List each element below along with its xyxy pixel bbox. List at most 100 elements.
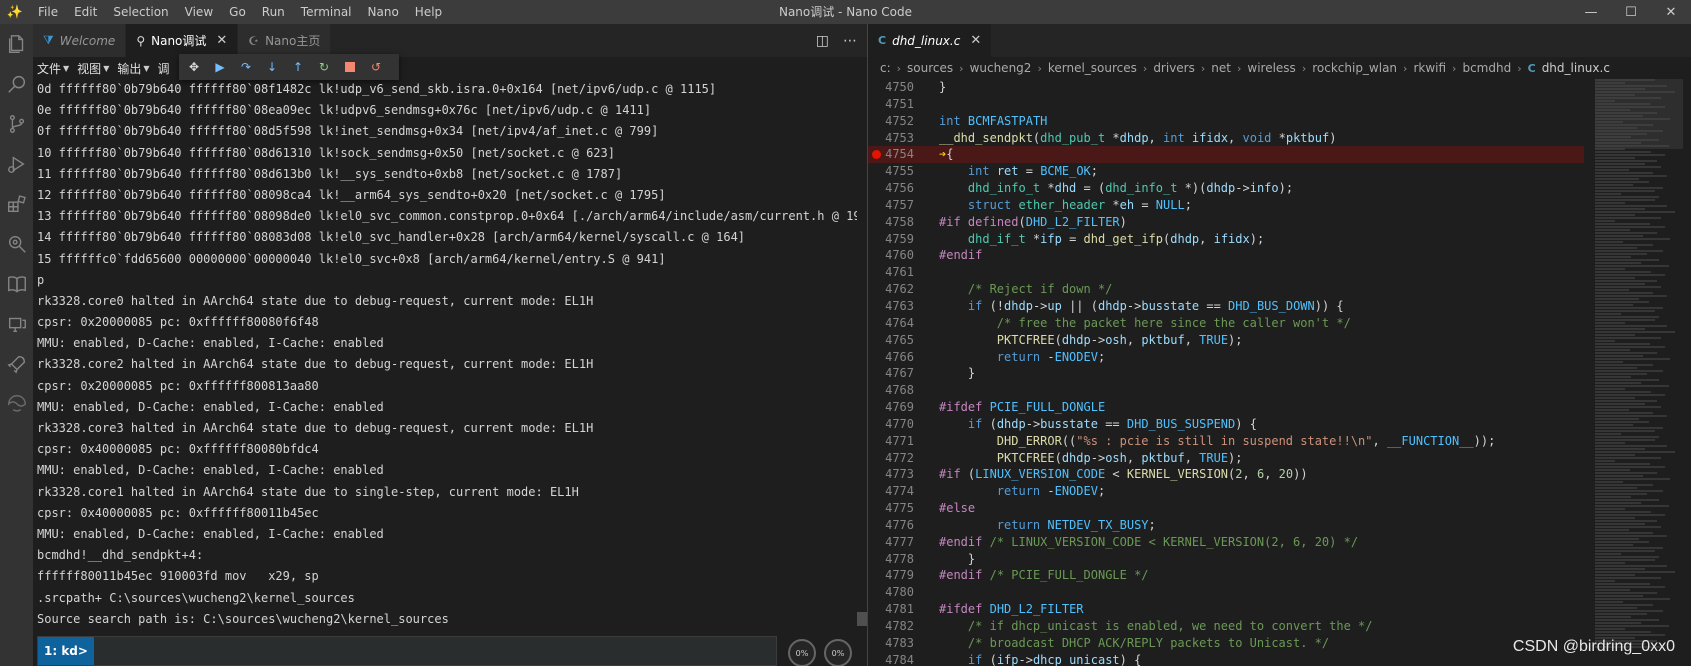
close-icon[interactable]: ✕ xyxy=(970,33,981,48)
console-output[interactable]: 0d ffffff80`0b79b640 ffffff80`08f1482c l… xyxy=(37,79,857,654)
continue-icon[interactable]: ▶ xyxy=(209,56,231,78)
minimap-line xyxy=(1595,553,1621,555)
menu-item-nano[interactable]: Nano xyxy=(360,0,407,24)
code-text: } xyxy=(939,80,947,94)
nano-menu-debug[interactable]: 调 xyxy=(154,60,174,77)
close-icon[interactable]: ✕ xyxy=(1651,0,1691,24)
menu-item-selection[interactable]: Selection xyxy=(105,0,176,24)
minimap-line xyxy=(1595,208,1645,210)
window-controls: — ☐ ✕ xyxy=(1571,0,1691,24)
c-file-icon: C xyxy=(878,34,887,47)
book-icon[interactable] xyxy=(0,264,33,304)
drag-handle-icon[interactable]: ✥ xyxy=(183,56,205,78)
tab-welcome[interactable]: ⧩ Welcome xyxy=(33,24,127,57)
breadcrumb-item[interactable]: sources xyxy=(907,61,953,75)
breadcrumb-item[interactable]: rkwifi xyxy=(1413,61,1446,75)
minimap-line xyxy=(1595,418,1639,420)
menu-item-edit[interactable]: Edit xyxy=(66,0,105,24)
nano-icon[interactable] xyxy=(0,384,33,424)
console-scrollbar[interactable] xyxy=(857,612,867,626)
close-icon[interactable]: ✕ xyxy=(216,33,227,48)
rocket-icon[interactable] xyxy=(0,344,33,384)
minimap-line xyxy=(1595,247,1637,249)
breadcrumb-item[interactable]: drivers xyxy=(1153,61,1195,75)
search-icon[interactable] xyxy=(0,64,33,104)
run-debug-icon[interactable] xyxy=(0,144,33,184)
split-editor-icon[interactable]: ◫ xyxy=(816,33,829,49)
stop-icon[interactable] xyxy=(339,56,361,78)
breadcrumb-item[interactable]: wireless xyxy=(1247,61,1295,75)
files-icon[interactable] xyxy=(0,24,33,64)
breadcrumb-item[interactable]: c: xyxy=(880,61,891,75)
minimap-line xyxy=(1595,136,1631,138)
code-text: return NETDEV_TX_BUSY; xyxy=(996,517,1156,532)
step-into-icon[interactable]: ↓ xyxy=(261,56,283,78)
minimap-line xyxy=(1595,550,1655,552)
breadcrumb-item[interactable]: bcmdhd xyxy=(1462,61,1511,75)
debug-search-icon: ⚲ xyxy=(136,33,146,48)
menu-item-help[interactable]: Help xyxy=(407,0,450,24)
breadcrumb-item[interactable]: kernel_sources xyxy=(1048,61,1137,75)
search-symbols-icon[interactable] xyxy=(0,224,33,264)
minimap-line xyxy=(1595,547,1663,549)
remote-icon[interactable] xyxy=(0,304,33,344)
minimap[interactable] xyxy=(1595,79,1683,666)
tab-nano-debug[interactable]: ⚲ Nano调试 ✕ xyxy=(126,24,239,57)
step-out-icon[interactable]: ↑ xyxy=(287,56,309,78)
tab-nano-home[interactable]: ☪ Nano主页 xyxy=(238,24,332,57)
minimap-line xyxy=(1595,559,1655,561)
source-control-icon[interactable] xyxy=(0,104,33,144)
line-number: 4754 xyxy=(885,147,914,162)
code-text: } xyxy=(939,366,976,381)
menu-item-run[interactable]: Run xyxy=(254,0,293,24)
line-number: 4781 xyxy=(885,602,914,617)
breadcrumb-item[interactable]: wucheng2 xyxy=(970,61,1032,75)
minimize-icon[interactable]: — xyxy=(1571,0,1611,24)
command-input[interactable] xyxy=(93,637,776,665)
console-line: 15 ffffffc0`fdd65600 00000000`00000040 l… xyxy=(37,251,666,266)
line-number: 4773 xyxy=(885,467,914,482)
menu-item-terminal[interactable]: Terminal xyxy=(293,0,360,24)
extensions-icon[interactable] xyxy=(0,184,33,224)
menu-item-view[interactable]: View xyxy=(177,0,221,24)
line-number: 4771 xyxy=(885,433,914,448)
code-line: 4763 if (!dhdp->up || (dhdp->busstate ==… xyxy=(868,298,1584,315)
code-line: 4761 xyxy=(868,264,1584,281)
disconnect-icon[interactable]: ↺ xyxy=(365,56,387,78)
line-number: 4751 xyxy=(885,96,914,111)
minimap-line xyxy=(1595,439,1655,441)
menu-item-go[interactable]: Go xyxy=(221,0,254,24)
minimap-line xyxy=(1595,496,1631,498)
breadcrumb-item[interactable]: net xyxy=(1211,61,1231,75)
minimap-line xyxy=(1595,409,1629,411)
code-text: return -ENODEV; xyxy=(996,349,1106,364)
code-editor[interactable]: 4750} 4751 4752 int BCMFASTPATH 4753 __dhd_se… xyxy=(868,79,1584,666)
nano-menu-output[interactable]: 输出 ▼ xyxy=(113,60,153,77)
nano-menu-view[interactable]: 视图 ▼ xyxy=(73,60,113,77)
restart-icon[interactable]: ↻ xyxy=(313,56,335,78)
minimap-line xyxy=(1595,607,1637,609)
line-number: 4768 xyxy=(885,383,914,398)
menu-item-file[interactable]: File xyxy=(30,0,66,24)
minimap-line xyxy=(1595,412,1653,414)
tab-dhd-linux-c[interactable]: C dhd_linux.c ✕ xyxy=(868,24,993,57)
breadcrumb-item[interactable]: dhd_linux.c xyxy=(1542,61,1610,75)
maximize-icon[interactable]: ☐ xyxy=(1611,0,1651,24)
minimap-line xyxy=(1595,451,1675,453)
minimap-line xyxy=(1595,202,1625,204)
minimap-line xyxy=(1595,325,1667,327)
minimap-line xyxy=(1595,463,1650,465)
code-text: struct ether_header *eh = NULL; xyxy=(967,197,1192,212)
nano-menu-file[interactable]: 文件 ▼ xyxy=(33,60,73,77)
minimap-line xyxy=(1595,382,1641,384)
minimap-line xyxy=(1595,127,1637,129)
more-actions-icon[interactable]: ⋯ xyxy=(843,33,857,49)
line-number: 4778 xyxy=(885,551,914,566)
minimap-line xyxy=(1595,100,1615,102)
console-line: MMU: enabled, D-Cache: enabled, I-Cache:… xyxy=(37,526,384,541)
step-over-icon[interactable]: ↷ xyxy=(235,56,257,78)
breadcrumb-item[interactable]: rockchip_wlan xyxy=(1312,61,1397,75)
minimap-line xyxy=(1595,154,1665,156)
minimap-line xyxy=(1595,133,1647,135)
code-line: 4782 /* if dhcp_unicast is enabled, we n… xyxy=(868,618,1584,635)
